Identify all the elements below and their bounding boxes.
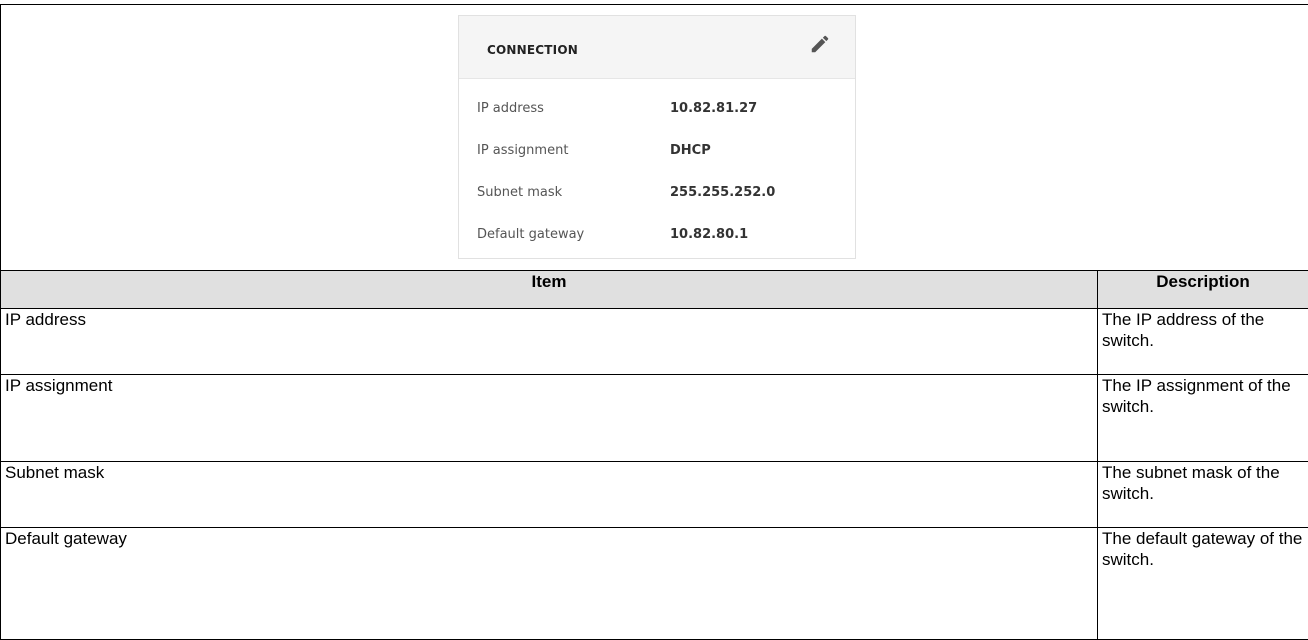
card-value: DHCP: [670, 140, 711, 161]
description-cell: The subnet mask of the switch.: [1098, 462, 1308, 528]
item-description-table: CONNECTION IP address 10.82.81.27 IP ass…: [0, 4, 1308, 640]
item-cell: IP assignment: [1, 375, 1098, 462]
pencil-icon[interactable]: [809, 33, 831, 55]
table-row: Default gateway The default gateway of t…: [1, 528, 1308, 640]
screenshot-cell: CONNECTION IP address 10.82.81.27 IP ass…: [1, 5, 1308, 271]
header-description: Description: [1098, 271, 1308, 309]
card-row-subnet-mask: Subnet mask 255.255.252.0: [459, 169, 855, 211]
item-cell: Subnet mask: [1, 462, 1098, 528]
card-label: IP address: [477, 98, 544, 119]
card-value: 10.82.81.27: [670, 98, 757, 119]
item-cell: Default gateway: [1, 528, 1098, 640]
card-header: CONNECTION: [459, 16, 855, 79]
item-cell: IP address: [1, 309, 1098, 375]
table-row: IP address The IP address of the switch.: [1, 309, 1308, 375]
description-cell: The IP address of the switch.: [1098, 309, 1308, 375]
card-title: CONNECTION: [487, 40, 578, 61]
description-cell: The IP assignment of the switch.: [1098, 375, 1308, 462]
card-body: IP address 10.82.81.27 IP assignment DHC…: [459, 79, 855, 253]
card-label: IP assignment: [477, 140, 568, 161]
table-row: Subnet mask The subnet mask of the switc…: [1, 462, 1308, 528]
screenshot-row: CONNECTION IP address 10.82.81.27 IP ass…: [1, 5, 1308, 271]
table-row: IP assignment The IP assignment of the s…: [1, 375, 1308, 462]
header-item: Item: [1, 271, 1098, 309]
card-value: 255.255.252.0: [670, 182, 775, 203]
table-header-row: Item Description: [1, 271, 1308, 309]
description-cell: The default gateway of the switch.: [1098, 528, 1308, 640]
card-row-default-gateway: Default gateway 10.82.80.1: [459, 211, 855, 253]
connection-card: CONNECTION IP address 10.82.81.27 IP ass…: [458, 15, 856, 259]
card-value: 10.82.80.1: [670, 224, 748, 245]
card-label: Default gateway: [477, 224, 584, 245]
card-row-ip-assignment: IP assignment DHCP: [459, 127, 855, 169]
card-row-ip-address: IP address 10.82.81.27: [459, 85, 855, 127]
card-label: Subnet mask: [477, 182, 562, 203]
